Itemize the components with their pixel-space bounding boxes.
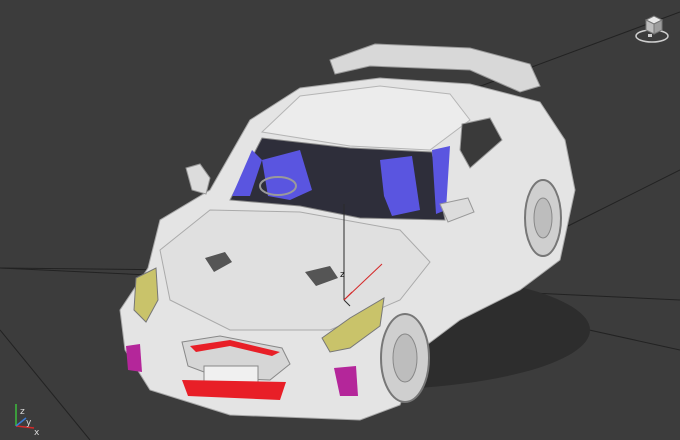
triad-z-label: z [20, 407, 25, 417]
left-mirror [185, 163, 211, 195]
scene-canvas[interactable] [0, 0, 680, 440]
viewcube-icon[interactable] [632, 8, 672, 48]
triad-x-label: x [34, 428, 40, 438]
car-model[interactable] [119, 43, 590, 421]
front-right-rim [392, 333, 418, 383]
left-intake-marker [126, 344, 142, 372]
gizmo-z-label: z [340, 270, 345, 280]
triad-y-label: y [26, 418, 32, 428]
rear-right-rim [533, 197, 553, 239]
perspective-viewport[interactable]: z z y x [0, 0, 680, 440]
